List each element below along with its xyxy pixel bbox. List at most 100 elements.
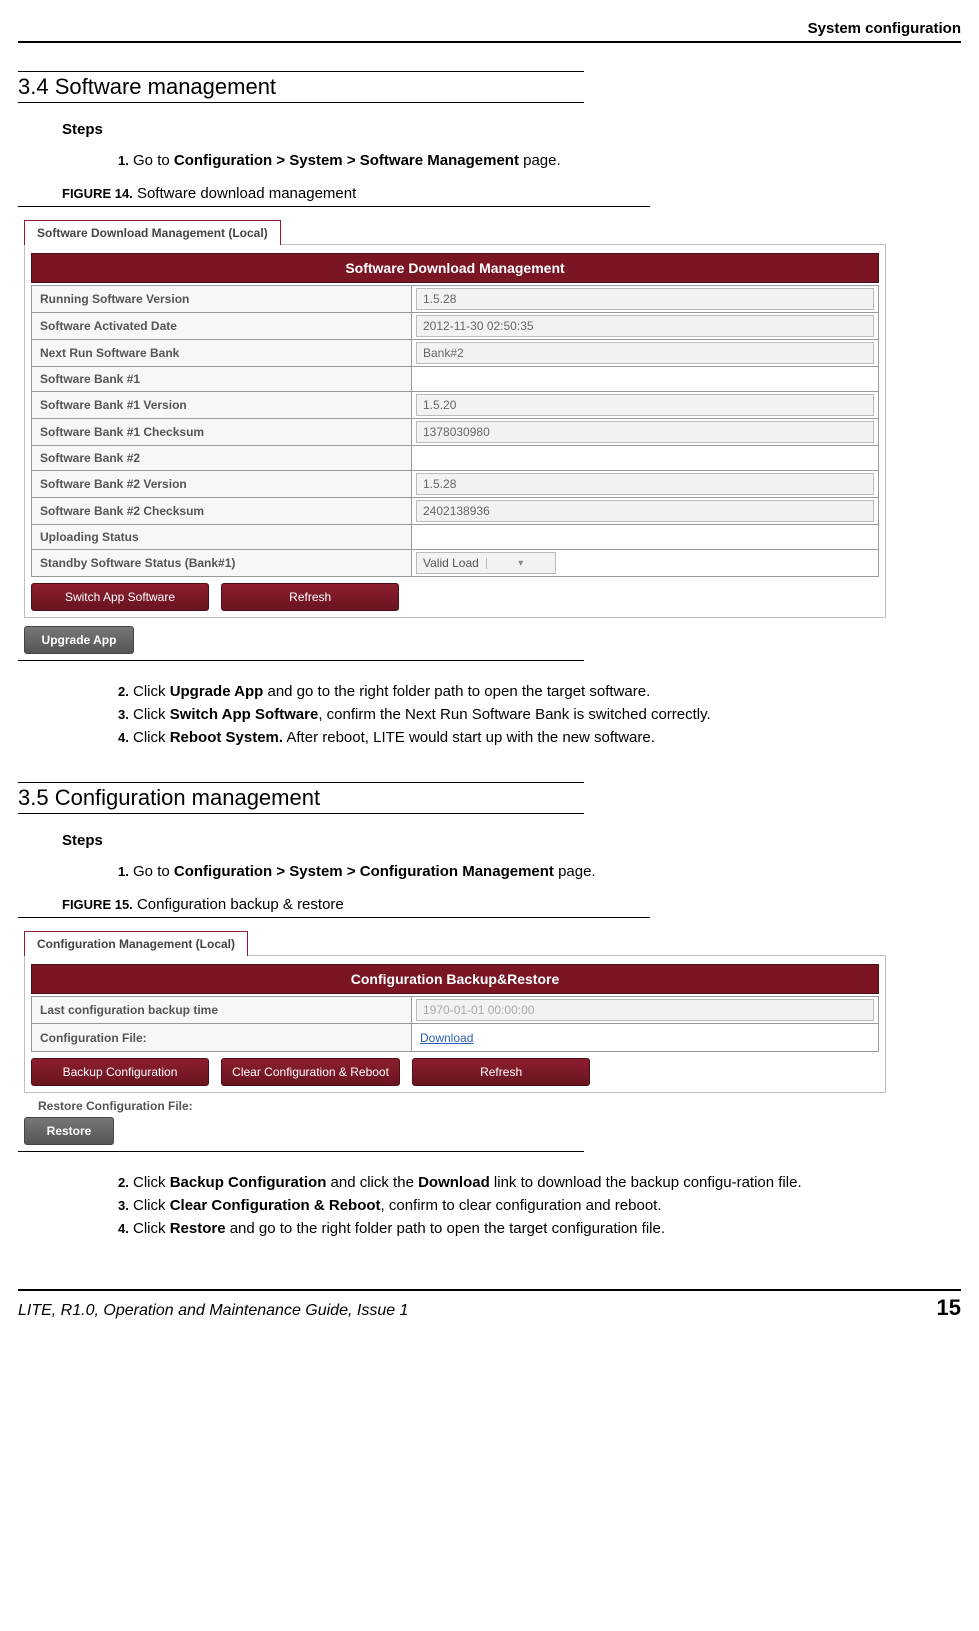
figure-14-caption: FIGURE 14. Software download management [62,185,961,202]
software-table: Running Software Version Software Activa… [31,285,879,577]
bank2-checksum-field[interactable] [416,500,874,522]
caption-rule [18,917,650,918]
switch-app-software-button[interactable]: Switch App Software [31,583,209,611]
activated-date-field[interactable] [416,315,874,337]
text: Click [129,683,170,700]
section-3-4-title: 3.4 Software management [18,71,584,103]
download-link[interactable]: Download [420,1031,473,1045]
panel-body: Software Download Management Running Sof… [24,244,886,618]
section-3-5-title: 3.5 Configuration management [18,782,584,814]
clear-configuration-reboot-button[interactable]: Clear Configuration & Reboot [221,1058,400,1086]
text: link to download the backup configu-rati… [490,1174,802,1191]
row-label: Running Software Version [32,286,412,313]
empty-cell [412,446,879,471]
row-label: Software Bank #1 [32,367,412,392]
restore-file-label: Restore Configuration File: [38,1099,886,1113]
backup-time-field[interactable] [416,999,874,1021]
bold: Download [418,1174,490,1191]
empty-cell [412,367,879,392]
select-value: Valid Load [417,556,486,570]
row-label: Standby Software Status (Bank#1) [32,550,412,577]
bank2-version-field[interactable] [416,473,874,495]
panel-tab[interactable]: Configuration Management (Local) [24,931,248,956]
text: Go to [129,152,174,169]
panel-tab[interactable]: Software Download Management (Local) [24,220,281,245]
step-2: 2. Click Upgrade App and go to the right… [118,683,961,700]
caption-rule-below [18,1151,584,1152]
steps-label: Steps [62,832,961,849]
text: , confirm to clear configuration and reb… [381,1197,662,1214]
text: and go to the right folder path to open … [263,683,650,700]
step-num: 2. [118,684,129,699]
standby-status-select[interactable]: Valid Load ▾ [416,552,556,574]
text: Go to [129,863,174,880]
step-num: 4. [118,1221,129,1236]
chevron-down-icon: ▾ [486,558,556,569]
page-footer: LITE, R1.0, Operation and Maintenance Gu… [18,1295,961,1321]
caption-rule [18,206,650,207]
step-3: 3. Click Switch App Software, confirm th… [118,706,961,723]
figure-label: FIGURE 15. [62,897,133,912]
steps-label: Steps [62,121,961,138]
step-num: 4. [118,730,129,745]
bold: Switch App Software [170,706,319,723]
step-num: 2. [118,1175,129,1190]
row-label: Software Bank #2 Version [32,471,412,498]
figure-text: Software download management [133,185,356,202]
top-rule [18,41,961,43]
text: and go to the right folder path to open … [226,1220,665,1237]
software-panel: Software Download Management (Local) Sof… [24,219,886,654]
running-header: System configuration [18,20,961,37]
bank1-version-field[interactable] [416,394,874,416]
backup-configuration-button[interactable]: Backup Configuration [31,1058,209,1086]
panel-header: Configuration Backup&Restore [31,964,879,994]
running-version-field[interactable] [416,288,874,310]
bank1-checksum-field[interactable] [416,421,874,443]
text: and click the [326,1174,418,1191]
step-num: 3. [118,1198,129,1213]
text: Click [129,1197,170,1214]
row-label: Uploading Status [32,525,412,550]
row-label: Software Bank #1 Version [32,392,412,419]
step-num: 3. [118,707,129,722]
config-panel: Configuration Management (Local) Configu… [24,930,886,1145]
panel-body: Configuration Backup&Restore Last config… [24,955,886,1093]
config-table: Last configuration backup time Configura… [31,996,879,1052]
bold: Reboot System. [170,729,283,746]
breadcrumb-path: Configuration > System > Software Manage… [174,152,519,169]
restore-button[interactable]: Restore [24,1117,114,1145]
row-label: Configuration File: [32,1024,412,1052]
text: Click [129,729,170,746]
empty-cell [412,525,879,550]
figure-label: FIGURE 14. [62,186,133,201]
refresh-button[interactable]: Refresh [412,1058,590,1086]
breadcrumb-path: Configuration > System > Configuration M… [174,863,554,880]
upgrade-app-button[interactable]: Upgrade App [24,626,134,654]
step-num: 1. [118,864,129,879]
footer-doc-title: LITE, R1.0, Operation and Maintenance Gu… [18,1302,408,1320]
footer-rule [18,1289,961,1291]
step-4: 4. Click Reboot System. After reboot, LI… [118,729,961,746]
text: Click [129,706,170,723]
row-label: Next Run Software Bank [32,340,412,367]
bold: Clear Configuration & Reboot [170,1197,381,1214]
row-label: Software Bank #1 Checksum [32,419,412,446]
step-4: 4. Click Restore and go to the right fol… [118,1220,961,1237]
figure-text: Configuration backup & restore [133,896,344,913]
bold: Restore [170,1220,226,1237]
step-2: 2. Click Backup Configuration and click … [118,1174,961,1191]
step-3: 3. Click Clear Configuration & Reboot, c… [118,1197,961,1214]
text: After reboot, LITE would start up with t… [283,729,655,746]
text: Click [129,1220,170,1237]
row-label: Software Activated Date [32,313,412,340]
bold: Backup Configuration [170,1174,327,1191]
step-1: 1. Go to Configuration > System > Config… [118,863,961,880]
text: Click [129,1174,170,1191]
refresh-button[interactable]: Refresh [221,583,399,611]
text: page. [519,152,561,169]
next-run-bank-field[interactable] [416,342,874,364]
bold: Upgrade App [170,683,264,700]
row-label: Last configuration backup time [32,997,412,1024]
figure-15-caption: FIGURE 15. Configuration backup & restor… [62,896,961,913]
page-number: 15 [937,1295,961,1321]
